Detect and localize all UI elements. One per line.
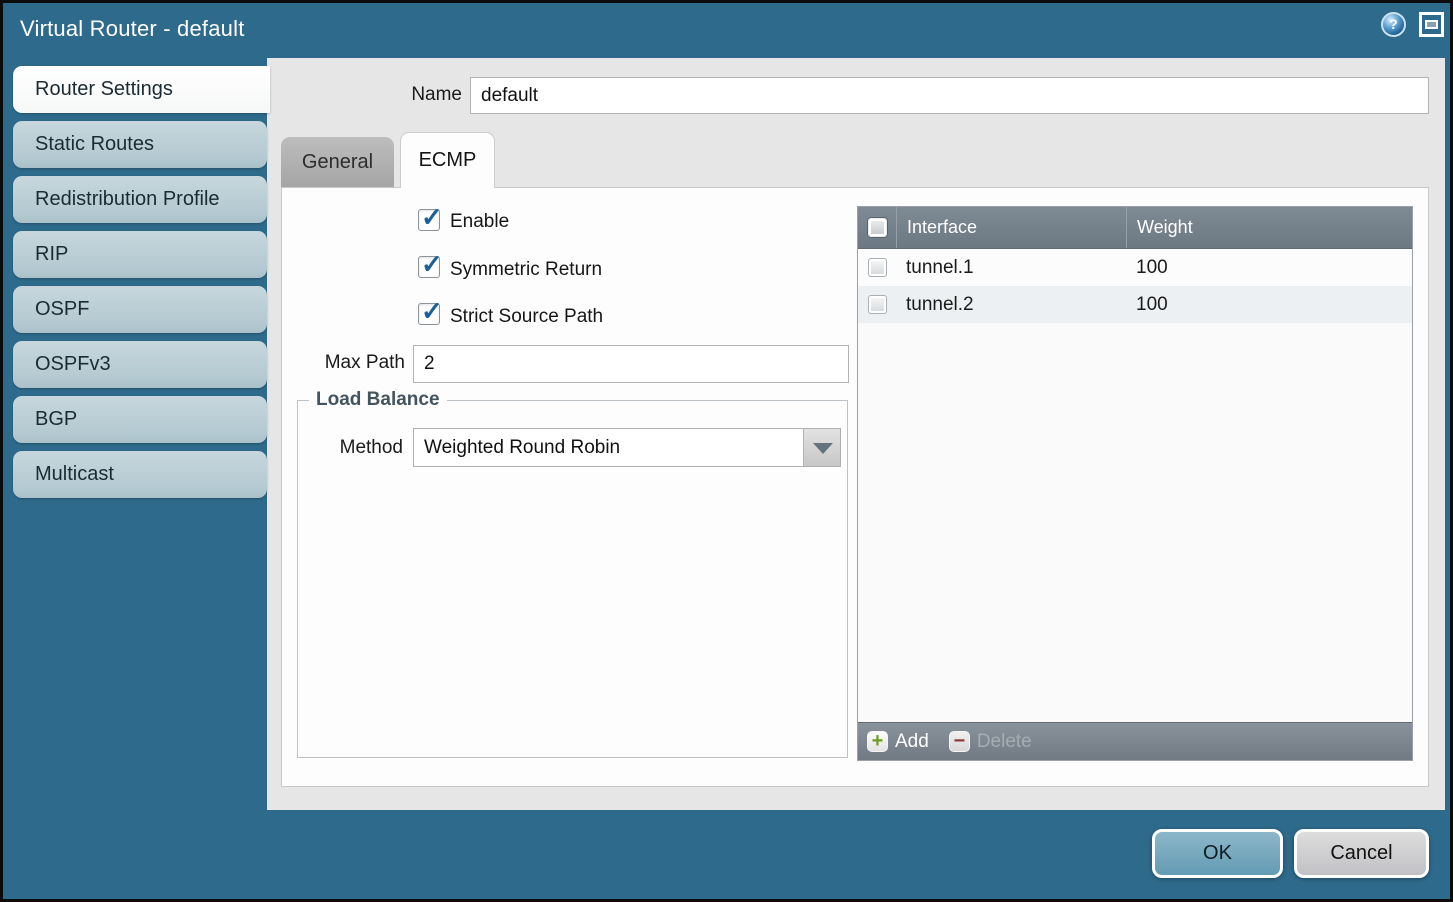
name-field-label: Name [330, 84, 462, 106]
interface-cell: tunnel.1 [896, 249, 1126, 286]
load-balance-legend: Load Balance [309, 389, 447, 411]
symmetric-return-label: Symmetric Return [450, 259, 602, 281]
sidebar-item-static-routes[interactable]: Static Routes [13, 121, 267, 168]
symmetric-return-checkbox[interactable]: ✓ [418, 256, 440, 278]
sidebar-item-bgp[interactable]: BGP [13, 396, 267, 443]
ok-button[interactable]: OK [1152, 829, 1283, 878]
check-icon: ✓ [421, 249, 443, 280]
enable-checkbox[interactable]: ✓ [418, 209, 440, 231]
column-header-weight[interactable]: Weight [1126, 207, 1412, 248]
strict-source-path-label: Strict Source Path [450, 306, 603, 328]
sidebar-item-ospfv3[interactable]: OSPFv3 [13, 341, 267, 388]
add-button[interactable]: + Add [867, 731, 929, 753]
sidebar-item-multicast[interactable]: Multicast [13, 451, 267, 498]
interface-table: Interface Weight tunnel.1 100 tunnel.2 1… [857, 206, 1413, 761]
tab-general[interactable]: General [281, 137, 394, 187]
name-input[interactable] [470, 77, 1429, 114]
virtual-router-dialog: Virtual Router - default ? Router Settin… [0, 0, 1453, 902]
plus-icon: + [867, 731, 888, 752]
weight-cell: 100 [1126, 249, 1412, 286]
delete-button[interactable]: − Delete [949, 731, 1032, 753]
help-glyph: ? [1389, 16, 1398, 32]
sidebar-item-ospf[interactable]: OSPF [13, 286, 267, 333]
help-icon[interactable]: ? [1381, 12, 1406, 37]
check-icon: ✓ [421, 202, 443, 233]
minus-icon: − [949, 731, 970, 752]
row-checkbox-cell [858, 249, 896, 286]
cancel-button[interactable]: Cancel [1294, 829, 1429, 878]
select-all-cell [858, 207, 896, 248]
weight-cell: 100 [1126, 286, 1412, 323]
check-icon: ✓ [421, 296, 443, 327]
max-path-label: Max Path [281, 352, 405, 374]
interface-cell: tunnel.2 [896, 286, 1126, 323]
sidebar-item-redistribution-profile[interactable]: Redistribution Profile [13, 176, 267, 223]
method-dropdown[interactable]: Weighted Round Robin [413, 428, 841, 467]
sidebar-item-router-settings[interactable]: Router Settings [13, 66, 270, 113]
restore-window-icon[interactable] [1419, 12, 1444, 37]
column-header-interface[interactable]: Interface [896, 207, 1126, 248]
method-value: Weighted Round Robin [424, 429, 800, 466]
dialog-titlebar: Virtual Router - default ? [3, 3, 1450, 58]
select-all-checkbox[interactable] [868, 218, 887, 237]
sidebar-item-rip[interactable]: RIP [13, 231, 267, 278]
dialog-title: Virtual Router - default [20, 16, 245, 42]
table-toolbar: + Add − Delete [858, 722, 1412, 760]
table-empty-area [858, 323, 1412, 722]
enable-label: Enable [450, 211, 509, 233]
method-label: Method [281, 437, 403, 459]
table-header: Interface Weight [858, 207, 1412, 249]
add-label: Add [895, 731, 929, 753]
row-checkbox[interactable] [868, 295, 887, 314]
max-path-input[interactable] [413, 345, 849, 383]
delete-label: Delete [977, 731, 1032, 753]
row-checkbox[interactable] [868, 258, 887, 277]
tab-ecmp[interactable]: ECMP [400, 132, 495, 188]
chevron-down-icon [813, 443, 833, 454]
row-checkbox-cell [858, 286, 896, 323]
restore-window-glyph [1425, 20, 1438, 29]
table-row[interactable]: tunnel.2 100 [858, 286, 1412, 323]
dropdown-arrow-button[interactable] [803, 429, 840, 466]
strict-source-path-checkbox[interactable]: ✓ [418, 303, 440, 325]
table-row[interactable]: tunnel.1 100 [858, 249, 1412, 286]
